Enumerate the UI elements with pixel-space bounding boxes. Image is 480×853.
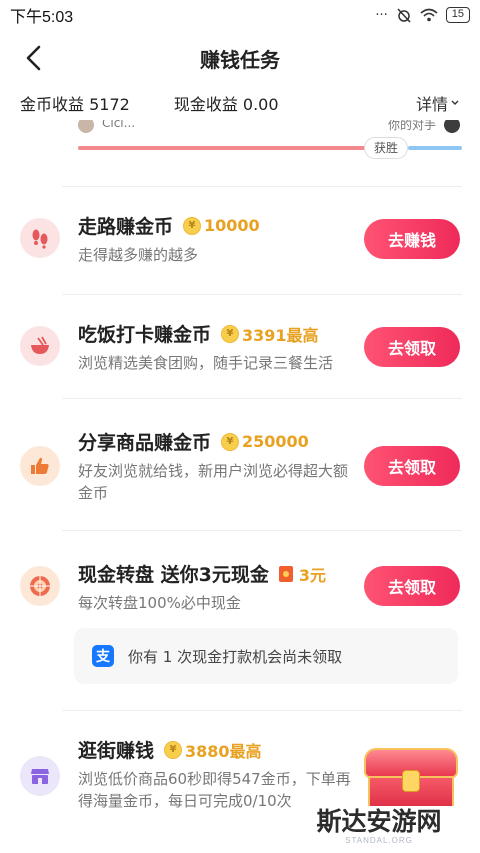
watermark-sub: STANDAL.ORG — [345, 835, 413, 845]
cash-tip-text: 你有 1 次现金打款机会尚未领取 — [128, 647, 343, 666]
status-time: 下午5:03 — [10, 9, 74, 26]
task-title-row: 逛街赚钱 ¥ 3880最高 — [78, 736, 262, 763]
player-name: Cici... — [102, 120, 136, 130]
footprints-icon — [20, 218, 60, 258]
alarm-off-icon — [397, 8, 411, 23]
task-title: 现金转盘 送你3元现金 — [78, 564, 269, 586]
shop-icon — [20, 756, 60, 796]
claim-button[interactable]: 去领取 — [364, 327, 460, 367]
opponent-avatar — [444, 120, 460, 133]
task-desc: 好友浏览就给钱，新用户浏览必得超大额金币 — [78, 462, 349, 502]
ellipsis-icon: ··· — [375, 7, 388, 23]
alipay-icon: 支 — [92, 645, 114, 667]
task-title: 吃饭打卡赚金币 — [78, 324, 212, 346]
coin-icon: ¥ — [183, 216, 202, 235]
task-desc: 浏览精选美食团购，随手记录三餐生活 — [78, 354, 334, 372]
task-title: 走路赚金币 — [78, 216, 174, 238]
watermark: 斯达安游网 STANDAL.ORG — [298, 806, 460, 846]
progress-bar-opponent — [408, 146, 462, 150]
reward-value: 250000 — [242, 432, 309, 451]
reward-badge: ¥ 3880最高 — [164, 738, 262, 762]
claim-button[interactable]: 去领取 — [364, 446, 460, 486]
reward-badge: 3元 — [278, 562, 326, 586]
task-desc: 每次转盘100%必中现金 — [78, 594, 241, 612]
cash-earnings: 现金收益 0.00 — [173, 95, 279, 114]
cash-payout-notice[interactable]: 支 你有 1 次现金打款机会尚未领取 — [74, 628, 458, 684]
coin-icon: ¥ — [164, 740, 183, 759]
battery-icon: 15 — [445, 7, 470, 23]
avatar — [78, 120, 94, 133]
lock-icon — [402, 770, 420, 792]
chevron-down-icon — [451, 100, 459, 105]
reward-value: 3880最高 — [185, 741, 262, 761]
coin-icon: ¥ — [221, 324, 240, 343]
progress-bar-player — [78, 146, 368, 150]
reward-value: 10000 — [204, 216, 260, 235]
reward-badge: ¥ 10000 — [183, 216, 260, 235]
thumbs-up-icon — [20, 446, 60, 486]
status-bar: 下午5:03 ··· 15 — [0, 0, 480, 30]
details-link[interactable]: 详情 — [416, 91, 460, 115]
task-title-row: 分享商品赚金币 ¥ 250000 — [78, 428, 309, 455]
coin-icon: ¥ — [221, 432, 240, 451]
red-packet-icon — [278, 565, 293, 582]
win-badge: 获胜 — [364, 137, 408, 159]
task-title-row: 现金转盘 送你3元现金 3元 — [78, 560, 326, 587]
nav-bar: 赚钱任务 — [0, 30, 480, 86]
task-title-row: 走路赚金币 ¥ 10000 — [78, 212, 260, 239]
reward-badge: ¥ 3391最高 — [221, 322, 319, 346]
reward-value: 3元 — [298, 565, 326, 585]
earnings-summary: 金币收益 5172 现金收益 0.00 详情 — [0, 86, 480, 120]
reward-value: 3391最高 — [242, 325, 319, 345]
wifi-icon — [420, 8, 438, 22]
versus-progress: Cici... 你的对手 获胜 — [78, 120, 462, 180]
task-desc: 走得越多赚的越多 — [78, 246, 199, 264]
task-title: 分享商品赚金币 — [78, 432, 212, 454]
coin-earnings: 金币收益 5172 — [20, 95, 130, 114]
go-earn-button[interactable]: 去赚钱 — [364, 219, 460, 259]
bowl-icon — [20, 326, 60, 366]
details-label: 详情 — [415, 95, 448, 114]
reward-badge: ¥ 250000 — [221, 432, 309, 451]
watermark-text: 斯达安游网 — [316, 806, 442, 836]
back-arrow-icon[interactable] — [20, 43, 50, 73]
task-item-share: 分享商品赚金币 ¥ 250000 好友浏览就给钱，新用户浏览必得超大额金币 去领… — [0, 398, 480, 530]
wheel-icon — [20, 566, 60, 606]
claim-button[interactable]: 去领取 — [364, 566, 460, 606]
opponent-name: 你的对手 — [387, 120, 436, 132]
task-title: 逛街赚钱 — [78, 740, 155, 762]
status-icons: ··· 15 — [375, 7, 470, 23]
page-title: 赚钱任务 — [200, 47, 280, 72]
task-title-row: 吃饭打卡赚金币 ¥ 3391最高 — [78, 320, 319, 347]
task-item-walk: 走路赚金币 ¥ 10000 走得越多赚的越多 去赚钱 — [0, 186, 480, 294]
task-item-meal: 吃饭打卡赚金币 ¥ 3391最高 浏览精选美食团购，随手记录三餐生活 去领取 — [0, 294, 480, 398]
